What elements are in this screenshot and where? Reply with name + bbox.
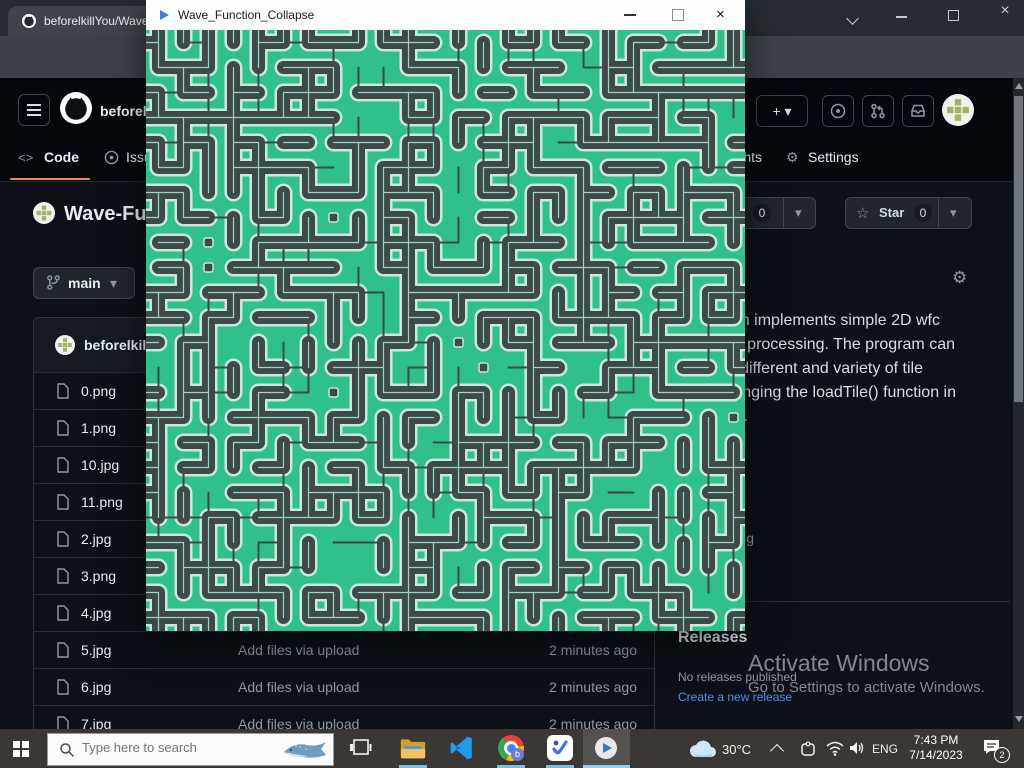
tray-device-icon[interactable] bbox=[800, 741, 816, 757]
sketch-window-title: Wave_Function_Collapse bbox=[178, 8, 314, 22]
hamburger-menu-button[interactable] bbox=[18, 94, 50, 126]
star-label: Star bbox=[879, 205, 904, 220]
tab-code[interactable]: Code bbox=[44, 149, 79, 165]
activate-windows-watermark: Activate Windows bbox=[748, 650, 930, 677]
clock-time: 7:43 PM bbox=[903, 733, 969, 748]
tray-chevron-up-icon[interactable] bbox=[770, 744, 784, 758]
inbox-icon bbox=[910, 103, 926, 119]
issues-header-button[interactable] bbox=[822, 95, 854, 127]
tab-settings-gear-icon: ⚙ bbox=[786, 149, 799, 166]
sketch-minimize-button[interactable] bbox=[624, 14, 636, 16]
commit-message-link[interactable]: Add files via upload bbox=[238, 642, 359, 658]
star-count: 0 bbox=[914, 204, 932, 222]
file-name-link[interactable]: 6.jpg bbox=[81, 679, 111, 695]
browser-restore-button[interactable] bbox=[948, 10, 978, 34]
file-name-link[interactable]: 10.jpg bbox=[81, 457, 119, 473]
taskbar: b 30°C bbox=[0, 729, 1024, 768]
language-indicator[interactable]: ENG bbox=[872, 742, 898, 756]
pull-request-icon bbox=[870, 103, 886, 119]
vscode-icon[interactable] bbox=[449, 735, 475, 761]
commit-time: 2 minutes ago bbox=[549, 642, 637, 658]
file-name-link[interactable]: 1.png bbox=[81, 420, 116, 436]
file-name-link[interactable]: 5.jpg bbox=[81, 642, 111, 658]
about-settings-gear-icon[interactable]: ⚙ bbox=[952, 268, 967, 288]
chrome-profile-badge: b bbox=[511, 748, 524, 761]
sketch-close-button[interactable]: × bbox=[716, 6, 725, 23]
task-view-icon[interactable] bbox=[348, 735, 372, 761]
active-tab-underline bbox=[10, 178, 90, 180]
star-icon: ☆ bbox=[856, 204, 869, 222]
tab-search-chevron-icon[interactable] bbox=[848, 14, 878, 38]
file-icon bbox=[56, 605, 70, 621]
inbox-header-button[interactable] bbox=[902, 95, 934, 127]
star-button[interactable]: ☆ Star 0 ▾ bbox=[845, 197, 972, 229]
create-new-button[interactable]: + ▾ bbox=[756, 95, 808, 127]
search-input[interactable] bbox=[80, 739, 264, 756]
table-row[interactable]: 6.jpg Add files via upload 2 minutes ago bbox=[34, 668, 654, 705]
file-icon bbox=[56, 642, 70, 658]
user-avatar-identicon[interactable] bbox=[942, 94, 974, 126]
sketch-titlebar[interactable]: Wave_Function_Collapse × bbox=[146, 0, 745, 30]
file-icon bbox=[56, 420, 70, 436]
file-explorer-icon[interactable] bbox=[399, 735, 427, 761]
file-icon bbox=[56, 494, 70, 510]
scroll-up-arrow-icon[interactable] bbox=[1015, 83, 1023, 89]
branch-caret-icon: ▾ bbox=[110, 275, 117, 292]
github-favicon-icon bbox=[22, 14, 36, 28]
file-name-link[interactable]: 0.png bbox=[81, 383, 116, 399]
speaker-icon[interactable] bbox=[849, 740, 866, 756]
file-name-link[interactable]: 4.jpg bbox=[81, 605, 111, 621]
running-sketch-taskbar-tile[interactable] bbox=[583, 729, 630, 768]
start-button[interactable] bbox=[13, 741, 29, 757]
activate-windows-watermark-sub: Go to Settings to activate Windows. bbox=[748, 679, 985, 696]
browser-close-button[interactable]: × bbox=[990, 2, 1020, 26]
chrome-icon[interactable]: b bbox=[498, 735, 524, 761]
file-icon bbox=[56, 457, 70, 473]
branch-icon bbox=[46, 275, 61, 290]
wfc-pattern-canvas bbox=[146, 30, 745, 631]
temperature-label[interactable]: 30°C bbox=[722, 742, 751, 757]
processing-play-icon bbox=[603, 743, 612, 753]
wifi-icon[interactable] bbox=[826, 741, 844, 756]
table-row[interactable]: 5.jpg Add files via upload 2 minutes ago bbox=[34, 631, 654, 668]
branch-name: main bbox=[68, 275, 101, 291]
releases-heading: Releases bbox=[678, 629, 747, 647]
fork-caret-icon[interactable]: ▾ bbox=[795, 205, 802, 221]
blue-v-app-icon[interactable] bbox=[547, 735, 573, 761]
file-icon bbox=[56, 531, 70, 547]
file-name-link[interactable]: 3.png bbox=[81, 568, 116, 584]
github-logo-icon[interactable] bbox=[60, 92, 92, 124]
notification-count-badge: 2 bbox=[994, 747, 1010, 763]
search-icon bbox=[59, 742, 75, 758]
repo-owner-identicon bbox=[33, 202, 55, 224]
scrollbar-thumb[interactable] bbox=[1014, 96, 1023, 402]
tab-issues-icon bbox=[104, 150, 119, 165]
taskbar-clock[interactable]: 7:43 PM 7/14/2023 bbox=[903, 733, 969, 763]
commit-author-identicon bbox=[55, 335, 75, 355]
file-name-link[interactable]: 11.png bbox=[81, 494, 123, 510]
tab-settings[interactable]: Settings bbox=[808, 149, 859, 165]
file-name-link[interactable]: 2.jpg bbox=[81, 531, 111, 547]
file-icon bbox=[56, 383, 70, 399]
whale-shark-image bbox=[280, 737, 330, 763]
page-scrollbar[interactable] bbox=[1013, 78, 1024, 729]
weather-cloud-icon[interactable] bbox=[688, 739, 718, 759]
sketch-app-icon bbox=[160, 10, 169, 20]
commit-message-link[interactable]: Add files via upload bbox=[238, 679, 359, 695]
branch-selector-button[interactable]: main ▾ bbox=[33, 267, 135, 299]
pull-requests-header-button[interactable] bbox=[862, 95, 894, 127]
scroll-down-arrow-icon[interactable] bbox=[1015, 716, 1023, 722]
sketch-maximize-button[interactable] bbox=[672, 9, 684, 21]
tab-code-icon: <> bbox=[18, 149, 33, 165]
star-caret-icon[interactable]: ▾ bbox=[950, 205, 957, 221]
taskbar-search[interactable] bbox=[47, 733, 334, 766]
file-icon bbox=[56, 568, 70, 584]
screen: beforelkillYou/Wave_Function_Collapse × … bbox=[0, 0, 1024, 768]
sketch-window: Wave_Function_Collapse × bbox=[146, 0, 745, 631]
file-icon bbox=[56, 679, 70, 695]
clock-date: 7/14/2023 bbox=[903, 748, 969, 763]
commit-time: 2 minutes ago bbox=[549, 679, 637, 695]
issue-icon bbox=[830, 103, 846, 119]
fork-count: 0 bbox=[753, 204, 771, 222]
